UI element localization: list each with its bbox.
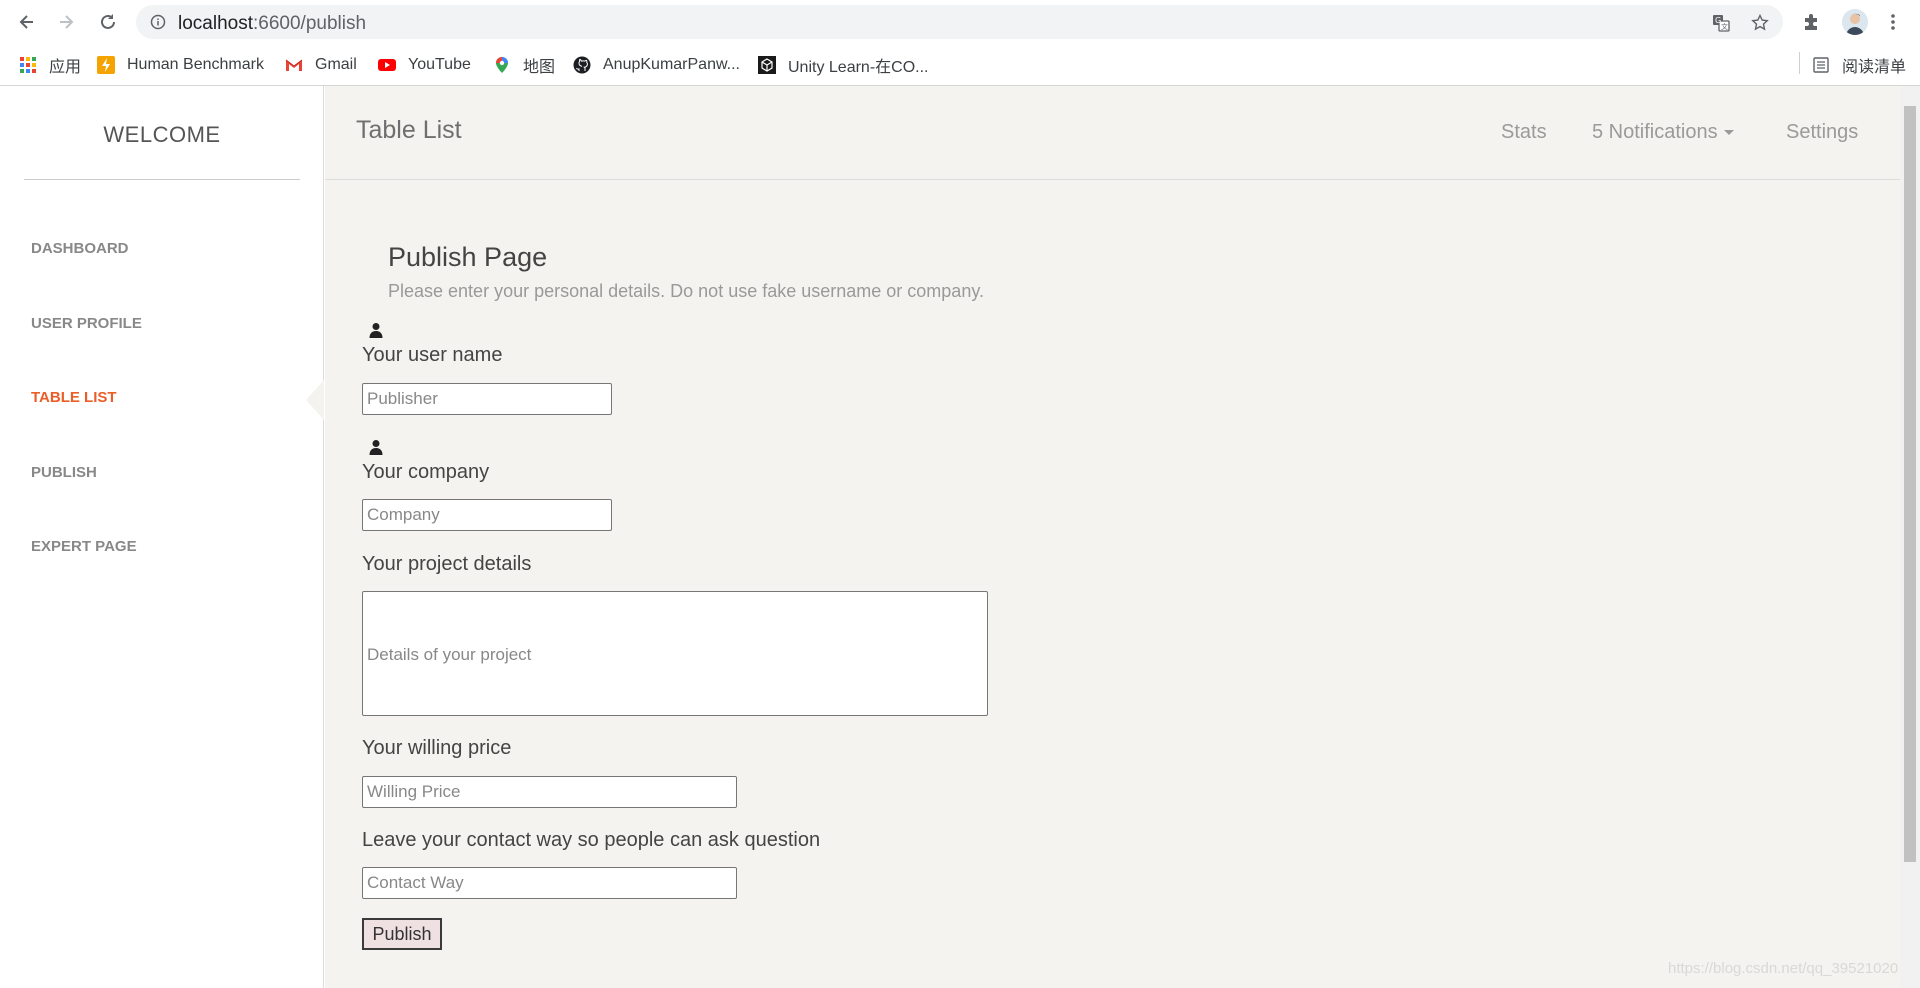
maps-pin-icon: [493, 56, 511, 74]
bookmarks-divider: [1799, 52, 1800, 74]
back-arrow-icon: [19, 15, 33, 29]
company-label: Your company: [362, 461, 490, 483]
username-input[interactable]: [362, 383, 612, 415]
site-info-icon[interactable]: [150, 14, 166, 30]
extensions-puzzle-icon[interactable]: [1801, 11, 1823, 33]
caret-down-icon: [1723, 130, 1734, 136]
company-input[interactable]: [362, 499, 612, 531]
publish-button[interactable]: Publish: [362, 918, 442, 950]
bookmark-star-icon[interactable]: [1751, 14, 1769, 32]
bookmark-label: AnupKumarPanw...: [603, 56, 740, 73]
reading-list[interactable]: 阅读清单: [1812, 54, 1906, 76]
watermark: https://blog.csdn.net/qq_39521020: [1668, 960, 1899, 977]
reload-button[interactable]: [96, 10, 120, 34]
user-icon: [369, 440, 383, 455]
form-title: Publish Page: [388, 242, 548, 272]
address-bar[interactable]: localhost:6600/publish G文: [136, 5, 1783, 39]
reading-list-label: 阅读清单: [1842, 59, 1907, 76]
url-path: :6600/publish: [253, 13, 367, 34]
youtube-icon: [378, 56, 396, 74]
bookmark-label: Human Benchmark: [127, 56, 264, 73]
sidebar-brand[interactable]: WELCOME: [0, 122, 324, 148]
reading-list-icon: [1812, 56, 1830, 74]
apps-grid-icon: [19, 56, 37, 74]
sidebar-divider: [24, 179, 300, 180]
forward-arrow-icon: [60, 15, 74, 29]
bookmark-label: Unity Learn-在CO...: [788, 59, 929, 76]
page: WELCOME DASHBOARD USER PROFILE TABLE LIS…: [0, 86, 1920, 988]
reload-icon: [101, 14, 115, 29]
form-subtitle: Please enter your personal details. Do n…: [388, 281, 984, 301]
username-label: Your user name: [362, 344, 503, 366]
bookmark-label: 应用: [49, 59, 82, 76]
profile-avatar[interactable]: [1842, 9, 1868, 35]
bookmark-label: 地图: [523, 59, 556, 76]
page-title[interactable]: Table List: [356, 116, 462, 145]
lightning-icon: [97, 56, 115, 74]
bookmark-github[interactable]: AnupKumarPanw...: [573, 54, 740, 76]
sidebar-item-dashboard[interactable]: DASHBOARD: [31, 240, 129, 257]
bookmark-gmail[interactable]: Gmail: [285, 54, 357, 76]
user-avatar-icon: [1842, 9, 1868, 35]
bookmark-maps[interactable]: 地图: [493, 54, 555, 76]
forward-button[interactable]: [54, 10, 78, 34]
svg-text:文: 文: [1721, 22, 1728, 31]
project-details-label: Your project details: [362, 553, 532, 575]
scrollbar-thumb[interactable]: [1904, 106, 1916, 862]
browser-toolbar: localhost:6600/publish G文: [0, 0, 1920, 44]
url-host: localhost: [178, 13, 253, 34]
bookmark-youtube[interactable]: YouTube: [378, 54, 471, 76]
willing-price-label: Your willing price: [362, 737, 512, 759]
contact-way-label: Leave your contact way so people can ask…: [362, 829, 821, 851]
translate-icon[interactable]: G文: [1712, 14, 1730, 32]
project-details-textarea[interactable]: [362, 591, 988, 716]
active-item-indicator: [306, 380, 324, 420]
sidebar: WELCOME DASHBOARD USER PROFILE TABLE LIS…: [0, 86, 324, 988]
main-content: Table List Stats 5 Notifications Setting…: [325, 86, 1900, 988]
url-text: localhost:6600/publish: [178, 13, 366, 35]
user-icon: [369, 323, 383, 338]
form-header: Publish Page Please enter your personal …: [388, 242, 984, 302]
gmail-icon: [285, 56, 303, 74]
bookmark-label: Gmail: [315, 56, 357, 73]
bookmark-human-benchmark[interactable]: Human Benchmark: [97, 54, 264, 76]
nav-notifications-dropdown[interactable]: 5 Notifications: [1592, 121, 1734, 144]
bookmark-unity-learn[interactable]: Unity Learn-在CO...: [758, 54, 929, 76]
contact-way-input[interactable]: [362, 867, 737, 899]
nav-stats[interactable]: Stats: [1501, 121, 1547, 144]
bookmark-apps[interactable]: 应用: [19, 54, 81, 76]
chrome-menu-icon[interactable]: [1882, 11, 1904, 33]
nav-notifications-label: 5 Notifications: [1592, 121, 1718, 143]
bookmarks-bar: 应用 Human Benchmark Gmail YouTube 地图 Anup…: [0, 44, 1920, 86]
top-navbar: Table List Stats 5 Notifications Setting…: [325, 86, 1900, 180]
back-button[interactable]: [15, 10, 39, 34]
sidebar-item-expert-page[interactable]: EXPERT PAGE: [31, 538, 137, 555]
nav-settings[interactable]: Settings: [1786, 121, 1858, 144]
github-icon: [573, 56, 591, 74]
unity-icon: [758, 56, 776, 74]
sidebar-item-publish[interactable]: PUBLISH: [31, 464, 97, 481]
bookmark-label: YouTube: [408, 56, 471, 73]
sidebar-item-table-list[interactable]: TABLE LIST: [31, 389, 117, 406]
sidebar-item-user-profile[interactable]: USER PROFILE: [31, 315, 142, 332]
willing-price-input[interactable]: [362, 776, 737, 808]
